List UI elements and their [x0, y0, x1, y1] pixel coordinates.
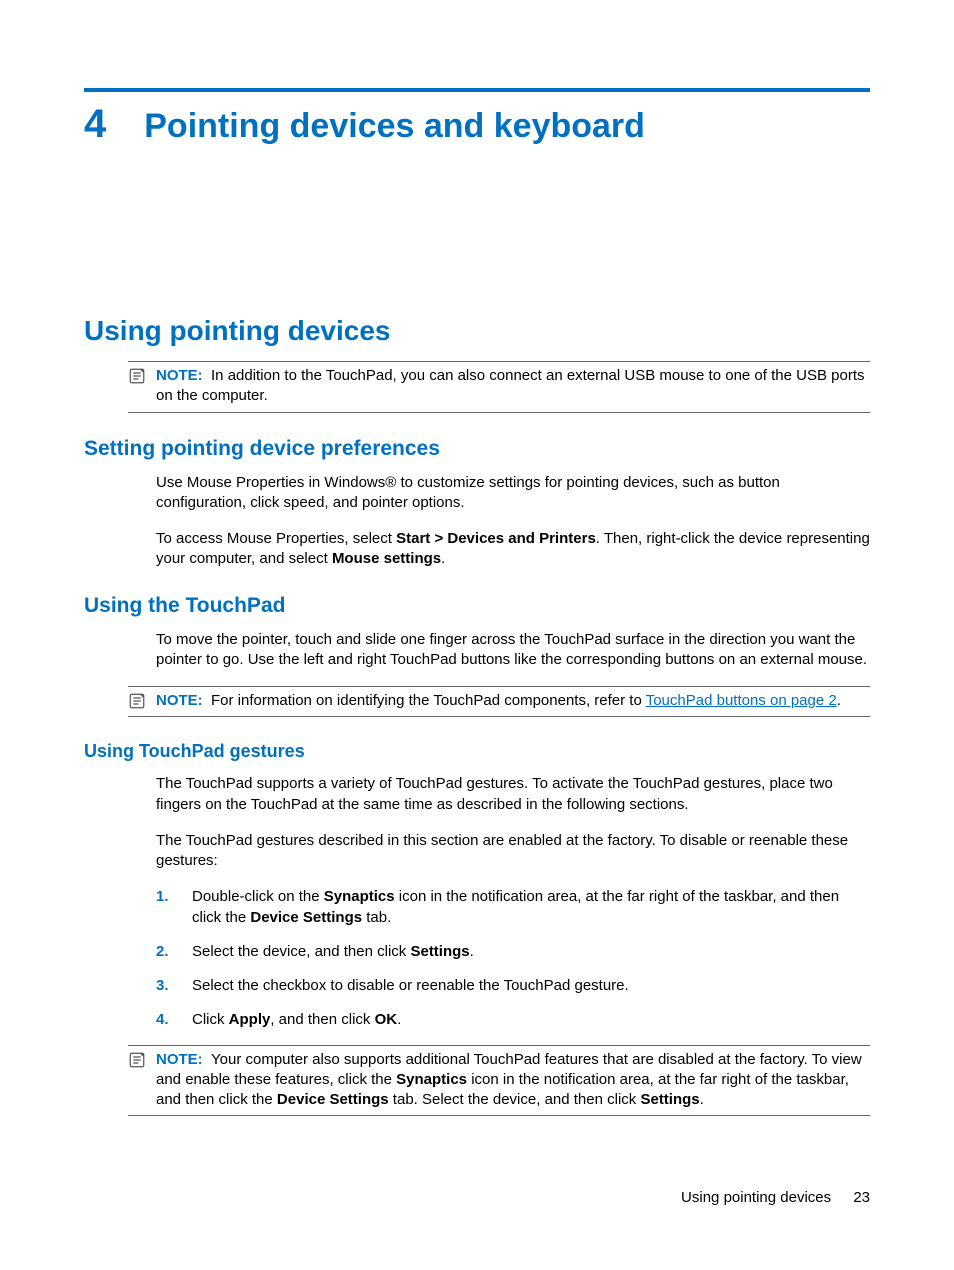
note-body: In addition to the TouchPad, you can als…: [156, 367, 864, 404]
page-content: 4 Pointing devices and keyboard Using po…: [0, 0, 954, 1116]
body-paragraph: To move the pointer, touch and slide one…: [156, 630, 870, 671]
body-paragraph: The TouchPad supports a variety of Touch…: [156, 774, 870, 815]
subsubsection-heading: Using TouchPad gestures: [84, 741, 870, 762]
page-footer: Using pointing devices 23: [681, 1189, 870, 1206]
chapter-rule: [84, 88, 870, 92]
note-label: NOTE:: [156, 692, 203, 709]
chapter-title: Pointing devices and keyboard: [144, 107, 645, 146]
body-paragraph: Use Mouse Properties in Windows® to cust…: [156, 473, 870, 514]
note-block: NOTE: Your computer also supports additi…: [128, 1045, 870, 1117]
note-icon: [128, 692, 146, 710]
list-item: Double-click on the Synaptics icon in th…: [156, 887, 870, 928]
page-number: 23: [853, 1189, 870, 1206]
body-paragraph: The TouchPad gestures described in this …: [156, 831, 870, 872]
note-label: NOTE:: [156, 1051, 203, 1068]
subsection-heading: Setting pointing device preferences: [84, 437, 870, 461]
note-block: NOTE: For information on identifying the…: [128, 686, 870, 717]
list-item: Select the checkbox to disable or reenab…: [156, 976, 870, 996]
chapter-header: 4 Pointing devices and keyboard: [84, 102, 870, 147]
note-label: NOTE:: [156, 367, 203, 384]
note-icon: [128, 367, 146, 385]
chapter-number: 4: [84, 102, 106, 147]
numbered-steps: Double-click on the Synaptics icon in th…: [156, 887, 870, 1030]
footer-section: Using pointing devices: [681, 1189, 831, 1206]
body-paragraph: To access Mouse Properties, select Start…: [156, 529, 870, 570]
list-item: Select the device, and then click Settin…: [156, 942, 870, 962]
subsection-heading: Using the TouchPad: [84, 594, 870, 618]
note-text: NOTE: Your computer also supports additi…: [156, 1050, 870, 1111]
section-heading: Using pointing devices: [84, 315, 870, 347]
list-item: Click Apply, and then click OK.: [156, 1010, 870, 1030]
note-text: NOTE: In addition to the TouchPad, you c…: [156, 366, 870, 407]
note-block: NOTE: In addition to the TouchPad, you c…: [128, 361, 870, 413]
cross-reference-link[interactable]: TouchPad buttons on page 2: [646, 692, 837, 709]
note-text: NOTE: For information on identifying the…: [156, 691, 870, 711]
note-icon: [128, 1051, 146, 1069]
